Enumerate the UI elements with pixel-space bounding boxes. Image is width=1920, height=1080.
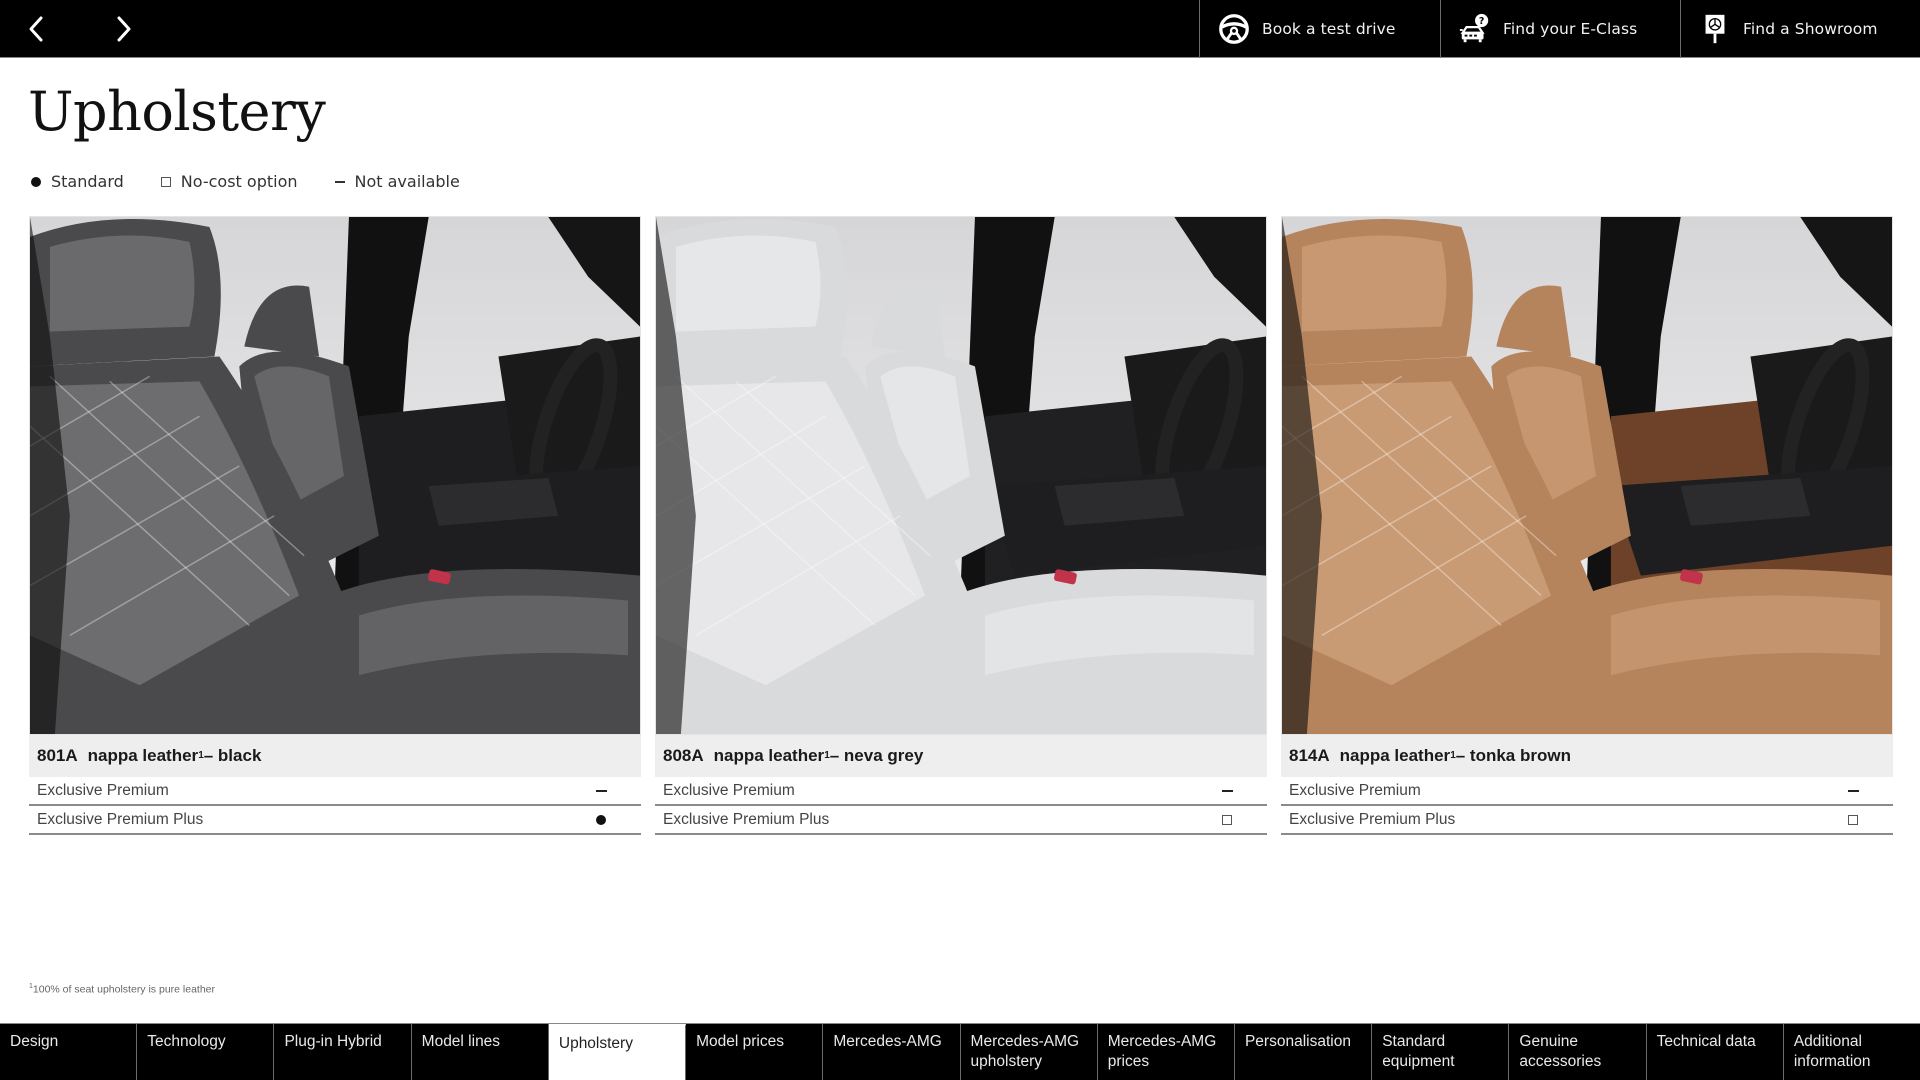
availability-row: Exclusive Premium Plus [1281, 806, 1893, 835]
book-test-drive-button[interactable]: Book a test drive [1199, 0, 1440, 58]
chevron-right-icon [117, 16, 131, 42]
upholstery-colour: – neva grey [829, 746, 924, 765]
header-actions: Book a test drive ? Find your E-Class Fi… [1199, 0, 1920, 58]
upholstery-photo [29, 216, 641, 735]
car-interior-image [1282, 217, 1892, 734]
tab-mercedes-amg[interactable]: Mercedes-AMG [823, 1024, 961, 1080]
availability-row: Exclusive Premium Plus [29, 806, 641, 835]
tab-model-lines[interactable]: Model lines [412, 1024, 549, 1080]
find-showroom-button[interactable]: Find a Showroom [1680, 0, 1920, 58]
tab-personalisation[interactable]: Personalisation [1235, 1024, 1373, 1080]
legend-no-cost-option: No-cost option [160, 172, 298, 191]
upholstery-colour: – tonka brown [1455, 746, 1571, 765]
availability-row: Exclusive Premium [29, 777, 641, 806]
model-line-label: Exclusive Premium [37, 781, 169, 799]
tab-technology[interactable]: Technology [137, 1024, 275, 1080]
next-page-button[interactable] [104, 9, 144, 49]
open-square-icon [1221, 814, 1233, 826]
upholstery-name: nappa leather [87, 746, 199, 765]
upholstery-code: 814A [1289, 746, 1330, 765]
upholstery-card-title: 814A nappa leather 1 – tonka brown [1281, 735, 1893, 777]
availability-row: Exclusive Premium [1281, 777, 1893, 806]
top-navigation-bar: Book a test drive ? Find your E-Class Fi… [0, 0, 1920, 58]
model-line-label: Exclusive Premium Plus [663, 810, 830, 828]
filled-dot-icon [595, 814, 607, 826]
upholstery-options: 801A nappa leather 1 – black Exclusive Pr… [29, 216, 1893, 835]
page-title: Upholstery [28, 80, 326, 143]
tab-standard-equipment[interactable]: Standard equipment [1372, 1024, 1510, 1080]
upholstery-name: nappa leather [1339, 746, 1451, 765]
steering-wheel-icon [1216, 11, 1252, 47]
open-square-icon [1847, 814, 1859, 826]
availability-row: Exclusive Premium Plus [655, 806, 1267, 835]
tab-additional-information[interactable]: Additional information [1784, 1024, 1920, 1080]
showroom-sign-icon [1697, 11, 1733, 47]
dash-icon [595, 785, 607, 797]
upholstery-card-title: 801A nappa leather 1 – black [29, 735, 641, 777]
open-square-icon [160, 176, 172, 188]
find-showroom-label: Find a Showroom [1743, 20, 1878, 38]
section-tab-bar: Design Technology Plug-in Hybrid Model l… [0, 1023, 1920, 1080]
upholstery-card: 801A nappa leather 1 – black Exclusive Pr… [29, 216, 641, 835]
dash-icon [334, 176, 346, 188]
tab-design[interactable]: Design [0, 1024, 138, 1080]
upholstery-card: 808A nappa leather 1 – neva grey Exclusiv… [655, 216, 1267, 835]
car-interior-image [656, 217, 1266, 734]
legend-no-cost-option-label: No-cost option [180, 172, 298, 191]
find-e-class-button[interactable]: ? Find your E-Class [1440, 0, 1680, 58]
upholstery-code: 808A [663, 746, 704, 765]
model-line-label: Exclusive Premium [1289, 781, 1421, 799]
filled-dot-icon [30, 176, 42, 188]
upholstery-photo [655, 216, 1267, 735]
upholstery-name: nappa leather [713, 746, 825, 765]
legend-not-available: Not available [334, 172, 460, 191]
model-line-label: Exclusive Premium Plus [37, 810, 204, 828]
upholstery-photo [1281, 216, 1893, 735]
footnote-text: 100% of seat upholstery is pure leather [32, 983, 216, 996]
find-e-class-label: Find your E-Class [1503, 20, 1638, 38]
chevron-left-icon [29, 16, 43, 42]
tab-technical-data[interactable]: Technical data [1647, 1024, 1784, 1080]
footnote: 1100% of seat upholstery is pure leather [29, 983, 215, 996]
upholstery-card-title: 808A nappa leather 1 – neva grey [655, 735, 1267, 777]
tab-plug-in-hybrid[interactable]: Plug-in Hybrid [274, 1024, 412, 1080]
tab-mercedes-amg-prices[interactable]: Mercedes-AMG prices [1098, 1024, 1235, 1080]
book-test-drive-label: Book a test drive [1262, 20, 1396, 38]
availability-legend: Standard No-cost option Not available [30, 172, 496, 191]
tab-model-prices[interactable]: Model prices [686, 1024, 824, 1080]
dash-icon [1847, 785, 1859, 797]
car-question-icon: ? [1457, 11, 1493, 47]
model-line-label: Exclusive Premium [663, 781, 795, 799]
tab-upholstery[interactable]: Upholstery [548, 1024, 687, 1080]
svg-text:?: ? [1479, 16, 1484, 27]
upholstery-code: 801A [37, 746, 78, 765]
tab-mercedes-amg-upholstery[interactable]: Mercedes-AMG upholstery [961, 1024, 1098, 1080]
tab-genuine-accessories[interactable]: Genuine accessories [1509, 1024, 1647, 1080]
previous-page-button[interactable] [16, 9, 56, 49]
upholstery-colour: – black [203, 746, 262, 765]
upholstery-card: 814A nappa leather 1 – tonka brown Exclus… [1281, 216, 1893, 835]
car-interior-image [30, 217, 640, 734]
availability-row: Exclusive Premium [655, 777, 1267, 806]
dash-icon [1221, 785, 1233, 797]
model-line-label: Exclusive Premium Plus [1289, 810, 1456, 828]
legend-standard-label: Standard [51, 172, 124, 191]
legend-standard: Standard [30, 172, 124, 191]
legend-not-available-label: Not available [354, 172, 460, 191]
